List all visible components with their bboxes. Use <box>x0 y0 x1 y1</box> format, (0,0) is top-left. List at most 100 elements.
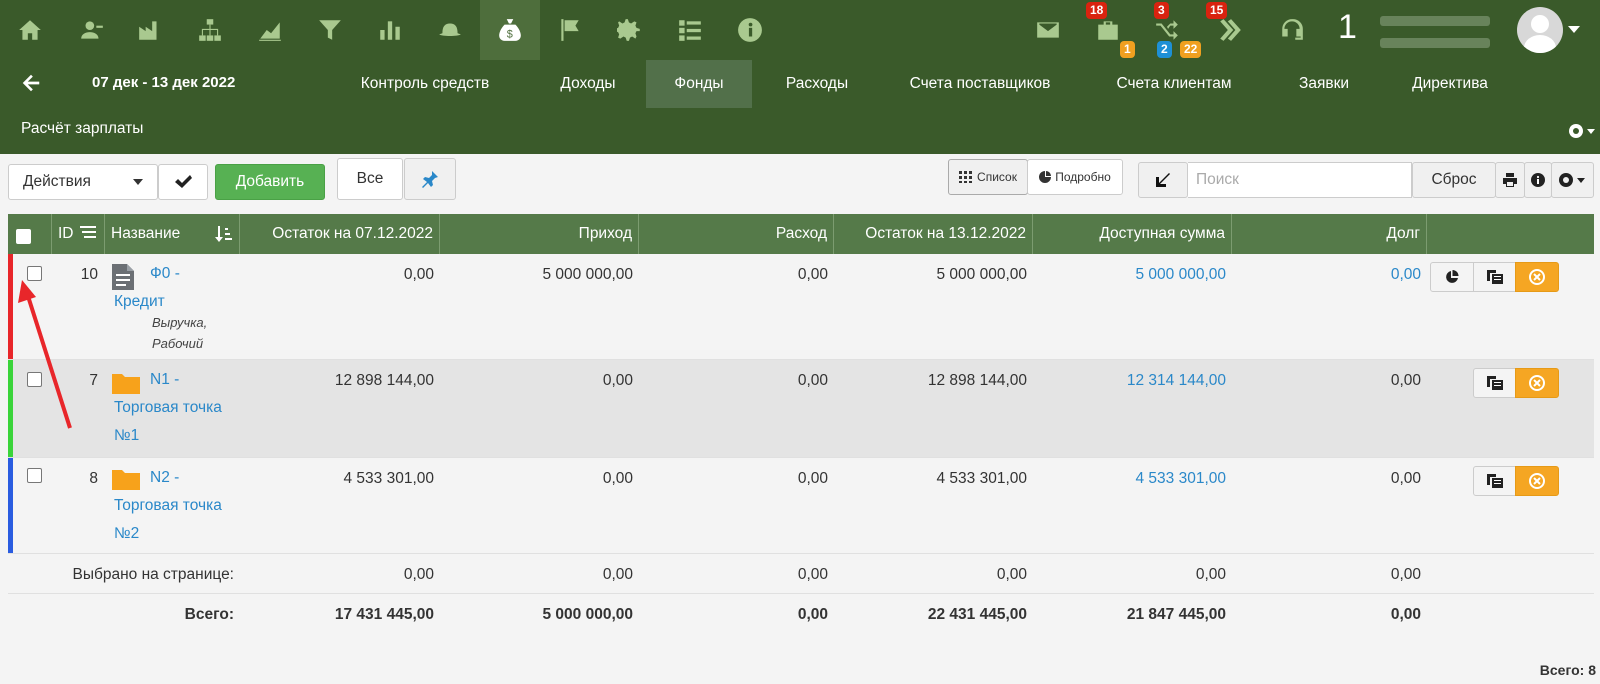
view-list-label: Список <box>977 170 1017 184</box>
tab-funds[interactable]: Фонды <box>646 60 752 108</box>
actions-dropdown[interactable]: Действия <box>8 164 158 200</box>
table-row[interactable]: 7 N1 - Торговая точка №1 12 898 144,00 0… <box>8 360 1594 458</box>
row-tag: Выручка, <box>152 315 208 330</box>
table-row[interactable]: 8 N2 - Торговая точка №2 4 533 301,00 0,… <box>8 458 1594 554</box>
factory-icon[interactable] <box>120 0 180 60</box>
row-close-button[interactable] <box>1515 368 1559 398</box>
tab-supplier-invoices[interactable]: Счета поставщиков <box>890 60 1070 108</box>
col-debt[interactable]: Долг <box>1232 214 1427 254</box>
org-chart-icon[interactable] <box>180 0 240 60</box>
row-name-link[interactable]: Ф0 - Кредит <box>114 265 244 316</box>
row-expense: 0,00 <box>797 470 828 487</box>
close-circle-icon <box>1529 375 1545 391</box>
col-id-label: ID <box>58 225 74 242</box>
view-list-button[interactable]: Список <box>948 159 1028 195</box>
filter-all-button[interactable]: Все <box>337 158 403 200</box>
row-close-button[interactable] <box>1515 466 1559 496</box>
chevron-down-icon <box>133 179 143 185</box>
export-arrow-button[interactable] <box>1138 162 1188 198</box>
shuffle-badge-orange: 1 <box>1120 41 1135 58</box>
total-available: 21 847 445,00 <box>1126 606 1226 623</box>
print-button[interactable] <box>1495 162 1525 198</box>
row-name-link[interactable]: N2 - Торговая точка №2 <box>114 469 244 548</box>
row-copy-button[interactable] <box>1473 466 1516 496</box>
money-bag-icon[interactable]: $ <box>480 0 540 60</box>
reset-button[interactable]: Сброс <box>1412 162 1496 198</box>
add-button[interactable]: Добавить <box>215 164 325 200</box>
table-row[interactable]: 10 Ф0 - Кредит Выручка, Рабочий 0,00 5 0… <box>8 254 1594 360</box>
forward-badge-orange: 22 <box>1180 41 1202 58</box>
info-icon <box>1531 173 1545 187</box>
col-income[interactable]: Приход <box>440 214 639 254</box>
user-count[interactable]: 1 <box>1338 8 1357 47</box>
flag-icon[interactable] <box>540 0 600 60</box>
tab-income[interactable]: Доходы <box>540 60 636 108</box>
col-id[interactable]: ID <box>52 214 105 254</box>
tab-directive[interactable]: Директива <box>1390 60 1510 108</box>
row-close-button[interactable] <box>1515 262 1559 292</box>
tab-client-invoices[interactable]: Счета клиентам <box>1100 60 1248 108</box>
avatar[interactable] <box>1517 7 1563 53</box>
row-copy-button[interactable] <box>1473 368 1516 398</box>
col-available[interactable]: Доступная сумма <box>1033 214 1232 254</box>
tab-requests[interactable]: Заявки <box>1274 60 1374 108</box>
pie-chart-icon <box>1446 270 1459 283</box>
period-label[interactable]: 07 дек - 13 дек 2022 <box>92 74 235 91</box>
row-available-link[interactable]: 12 314 144,00 <box>1033 372 1226 390</box>
info-button[interactable] <box>1524 162 1552 198</box>
top-navbar: $ 18 3 1 2 15 22 1 <box>0 0 1600 60</box>
row-checkbox[interactable] <box>27 468 42 483</box>
row-balance-start: 4 533 301,00 <box>343 470 434 487</box>
tab-payroll[interactable]: Расчёт зарплаты <box>21 120 143 138</box>
contacts-icon[interactable] <box>62 0 122 60</box>
printer-icon <box>1503 173 1517 187</box>
copy-icon <box>1486 376 1503 390</box>
apply-check-button[interactable] <box>158 164 208 200</box>
view-detail-button[interactable]: Подробно <box>1027 159 1123 195</box>
home-icon[interactable] <box>0 0 60 60</box>
select-all-checkbox[interactable] <box>16 229 31 244</box>
row-checkbox[interactable] <box>27 372 42 387</box>
col-balance-end[interactable]: Остаток на 13.12.2022 <box>834 214 1033 254</box>
close-circle-icon <box>1529 473 1545 489</box>
row-available-link[interactable]: 4 533 301,00 <box>1033 470 1226 488</box>
headset-icon[interactable] <box>1262 0 1322 60</box>
close-circle-icon <box>1529 269 1545 285</box>
search-input[interactable]: Поиск <box>1188 162 1412 198</box>
row-income: 0,00 <box>602 470 633 487</box>
bar-chart-icon[interactable] <box>360 0 420 60</box>
chevron-down-icon[interactable] <box>1568 26 1580 33</box>
row-available-link[interactable]: 5 000 000,00 <box>1033 266 1226 284</box>
area-chart-icon[interactable] <box>240 0 300 60</box>
table-settings-button[interactable] <box>1551 162 1594 198</box>
row-copy-button[interactable] <box>1473 262 1516 292</box>
selected-totals-row: Выбрано на странице: 0,00 0,00 0,00 0,00… <box>8 554 1594 594</box>
copy-icon <box>1486 270 1503 284</box>
row-debt-link[interactable]: 0,00 <box>1232 266 1421 284</box>
selected-balance-end: 0,00 <box>996 566 1027 583</box>
row-name-suffix: №2 <box>114 525 140 542</box>
total-debt: 0,00 <box>1390 606 1421 623</box>
row-checkbox[interactable] <box>27 266 42 281</box>
funnel-icon[interactable] <box>300 0 360 60</box>
col-expense[interactable]: Расход <box>639 214 834 254</box>
col-name-label: Название <box>111 225 181 242</box>
mail-icon[interactable] <box>1018 0 1078 60</box>
back-arrow-icon[interactable] <box>20 72 42 94</box>
info-icon[interactable] <box>720 0 780 60</box>
pin-button[interactable] <box>404 158 456 200</box>
gear-icon[interactable] <box>600 0 660 60</box>
row-balance-end: 5 000 000,00 <box>936 266 1027 283</box>
hat-icon[interactable] <box>420 0 480 60</box>
tab-fund-control[interactable]: Контроль средств <box>338 60 512 108</box>
list-icon[interactable] <box>660 0 720 60</box>
row-color-bar <box>8 254 13 359</box>
col-name[interactable]: Название <box>105 214 240 254</box>
col-balance-start[interactable]: Остаток на 07.12.2022 <box>240 214 440 254</box>
settings-gear-icon[interactable] <box>1568 122 1596 144</box>
tab-expenses[interactable]: Расходы <box>764 60 870 108</box>
row-chart-button[interactable] <box>1430 262 1474 292</box>
row-expense: 0,00 <box>797 266 828 283</box>
row-debt: 0,00 <box>1390 372 1421 389</box>
row-name-link[interactable]: N1 - Торговая точка №1 <box>114 371 244 450</box>
